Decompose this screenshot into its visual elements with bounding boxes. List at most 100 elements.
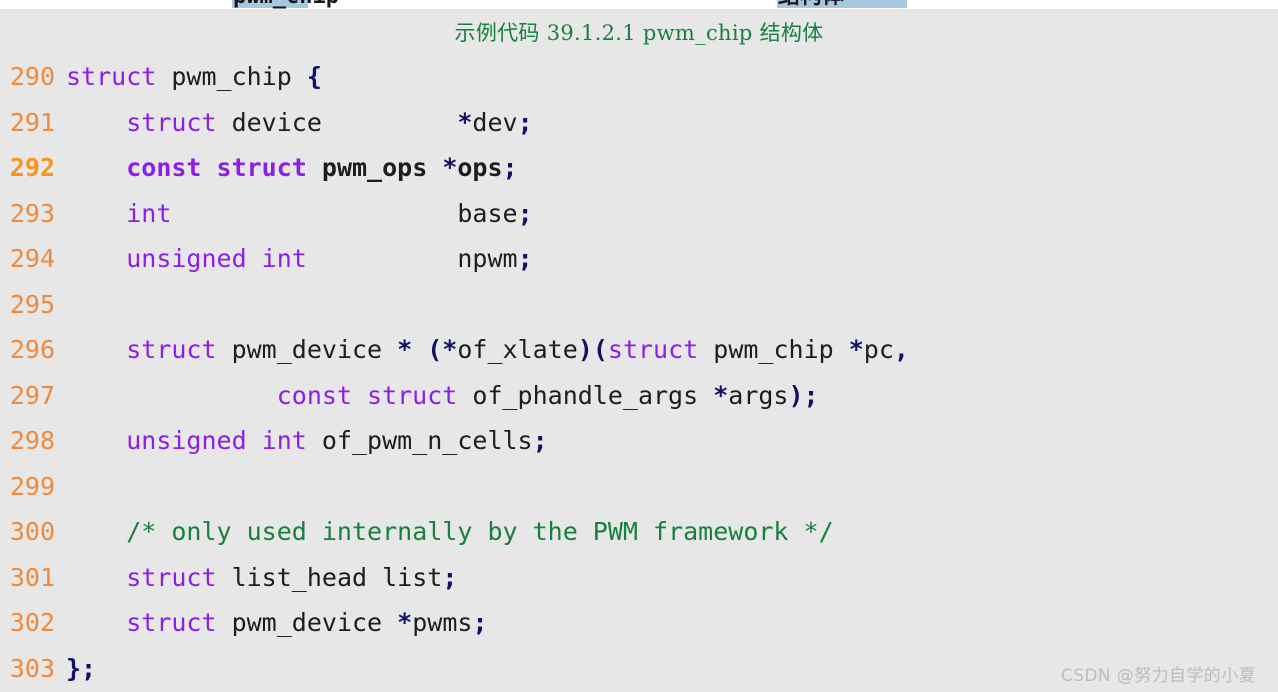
code-screenshot-page: pwm_chip 结构体 示例代码 39.1.2.1 pwm_chip 结构体 … (0, 0, 1278, 692)
code-token-pct: ; (502, 153, 518, 182)
code-token-kw: struct (607, 335, 699, 364)
clipped-heading-strip: pwm_chip 结构体 (0, 0, 1278, 9)
line-number: 303 (9, 653, 55, 683)
highlighted-text-fragment-2: 结构体 (777, 0, 907, 8)
code-token-kw: struct (126, 335, 217, 364)
code-line[interactable]: 299 (0, 464, 1278, 510)
code-token-kw: struct (66, 62, 157, 91)
highlighted-fragment-1-text: pwm_chip (232, 0, 339, 8)
code-token-id: list_head list (216, 562, 443, 592)
code-token-pct: * (713, 380, 729, 410)
code-line-source: int base; (66, 198, 533, 228)
code-token-pct: ; (472, 608, 488, 637)
code-token-id: base (171, 198, 518, 228)
code-line[interactable]: 295 (0, 282, 1278, 328)
code-token-id: of_phandle_args (457, 380, 714, 410)
code-token-pct: ; (532, 426, 548, 455)
code-token-id: pwm_chip (156, 62, 307, 91)
code-line[interactable]: 293 int base; (0, 191, 1278, 237)
code-token-pct: * (442, 153, 458, 182)
code-token-id (66, 244, 126, 273)
highlighted-text-fragment-1: pwm_chip (232, 0, 339, 8)
line-number: 293 (9, 198, 55, 228)
code-token-pct: * (397, 608, 413, 637)
code-line-source: struct pwm_device *pwms; (66, 608, 488, 637)
code-token-pct: , (893, 335, 909, 364)
line-number: 297 (9, 380, 55, 410)
code-line[interactable]: 291 struct device *dev; (0, 100, 1278, 146)
code-line[interactable]: 290 struct pwm_chip { (0, 54, 1278, 100)
line-number: 295 (9, 289, 55, 319)
code-token-id: npwm (306, 244, 518, 273)
code-line-source: const struct of_phandle_args *args); (66, 381, 819, 410)
code-line[interactable]: 302 struct pwm_device *pwms; (0, 600, 1278, 646)
line-number: 296 (9, 335, 55, 364)
code-token-cmt: /* only used internally by the PWM frame… (126, 517, 834, 546)
code-token-id (66, 108, 126, 137)
code-token-id (66, 563, 126, 592)
line-number: 290 (9, 62, 55, 91)
code-token-id: of_pwm_n_cells (306, 426, 533, 455)
line-number: 301 (9, 562, 55, 592)
code-line[interactable]: 297 const struct of_phandle_args *args); (0, 373, 1278, 419)
code-token-id: pwms (412, 608, 473, 637)
code-token-pct: }; (66, 653, 97, 683)
code-line[interactable]: 294 unsigned int npwm; (0, 236, 1278, 282)
code-token-id: pc (863, 335, 894, 364)
code-token-id (66, 608, 126, 637)
code-token-id (66, 153, 126, 182)
code-token-pct: { (306, 62, 322, 91)
line-number: 300 (9, 517, 55, 546)
code-token-kw: struct (126, 107, 217, 137)
code-token-id: args (728, 380, 789, 410)
code-line[interactable]: 300 /* only used internally by the PWM f… (0, 509, 1278, 555)
code-token-pct: * (848, 335, 864, 364)
code-token-kw: struct (126, 562, 217, 592)
code-token-id: dev (472, 107, 518, 137)
code-token-kw: unsigned int (126, 244, 307, 273)
code-token-pct: ; (517, 107, 533, 137)
highlighted-fragment-2-text: 结构体 (777, 0, 907, 8)
code-token-kw: const struct (276, 380, 458, 410)
code-line-source: /* only used internally by the PWM frame… (66, 517, 834, 546)
code-token-pct: )( (577, 335, 608, 364)
code-token-id: of_xlate (457, 335, 578, 364)
code-token-kw: struct (126, 608, 217, 637)
code-line-source: struct list_head list; (66, 563, 457, 592)
code-token-id (66, 381, 277, 410)
code-line-source: struct pwm_device * (*of_xlate)(struct p… (66, 335, 909, 364)
line-number: 292 (9, 153, 55, 182)
line-number: 298 (9, 426, 55, 455)
code-token-id: pwm_ops (306, 153, 443, 182)
code-token-pct: ; (517, 244, 533, 273)
code-line[interactable]: 301 struct list_head list; (0, 555, 1278, 601)
code-token-id: device (216, 107, 458, 137)
code-token-id: pwm_device (216, 608, 398, 637)
code-line-source: unsigned int npwm; (66, 244, 533, 273)
code-token-id: ops (457, 153, 503, 182)
csdn-watermark: CSDN @努力自学的小夏 (1060, 666, 1256, 686)
code-token-id: pwm_device (216, 335, 398, 364)
code-token-pct: * (* (397, 335, 458, 364)
code-line-source: struct device *dev; (66, 107, 533, 137)
code-token-id (66, 199, 126, 228)
code-line-source: const struct pwm_ops *ops; (66, 153, 518, 182)
line-number: 294 (9, 244, 55, 273)
code-token-pct: ; (442, 562, 458, 592)
code-token-pct: * (457, 107, 473, 137)
code-panel: 示例代码 39.1.2.1 pwm_chip 结构体 290 struct pwm… (0, 9, 1278, 692)
code-listing[interactable]: 290 struct pwm_chip {291 struct device *d… (0, 54, 1278, 691)
code-line[interactable]: 298 unsigned int of_pwm_n_cells; (0, 418, 1278, 464)
code-line[interactable]: 292 const struct pwm_ops *ops; (0, 145, 1278, 191)
code-line-source: }; (66, 654, 96, 683)
line-number: 291 (9, 107, 55, 137)
code-line-source: unsigned int of_pwm_n_cells; (66, 426, 548, 455)
code-line[interactable]: 296 struct pwm_device * (*of_xlate)(stru… (0, 327, 1278, 373)
code-token-kw: int (126, 198, 172, 228)
code-token-id (66, 335, 126, 364)
line-number: 299 (9, 471, 55, 501)
code-token-pct: ); (788, 380, 819, 410)
code-token-pct: ; (517, 198, 533, 228)
figure-caption: 示例代码 39.1.2.1 pwm_chip 结构体 (454, 21, 824, 45)
code-token-kw: const struct (126, 153, 307, 182)
